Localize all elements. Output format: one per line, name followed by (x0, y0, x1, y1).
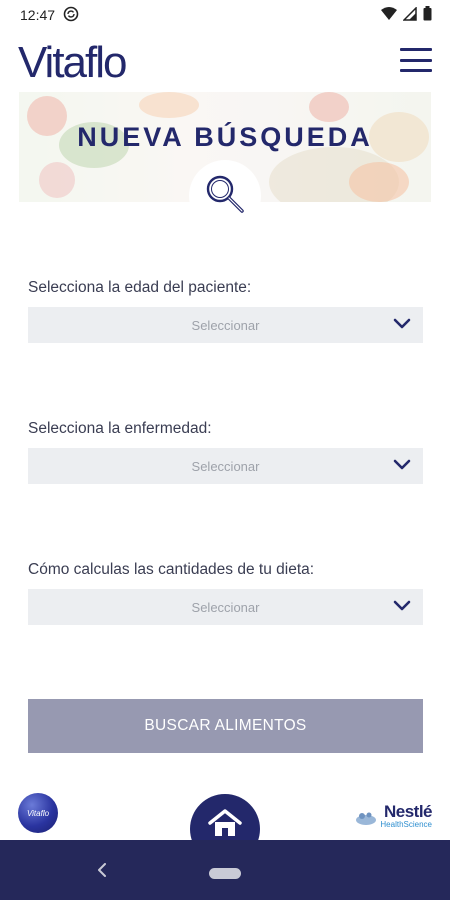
disease-field-label: Selecciona la enfermedad: (28, 420, 212, 437)
system-nav-bar (0, 840, 450, 900)
home-pill-button[interactable] (209, 868, 241, 879)
chevron-down-icon (393, 599, 411, 618)
diet-calc-select-value: Seleccionar (191, 599, 260, 615)
search-foods-button[interactable]: BUSCAR ALIMENTOS (28, 699, 423, 753)
signal-icon (402, 5, 417, 24)
nest-bird-icon (354, 810, 378, 831)
wifi-icon (381, 6, 397, 24)
diet-calc-select[interactable]: Seleccionar (28, 589, 423, 625)
search-badge (189, 160, 261, 232)
globe-logo-text: Vitaflo (26, 808, 50, 818)
chevron-down-icon (393, 317, 411, 336)
age-select[interactable]: Seleccionar (28, 307, 423, 343)
chevron-down-icon (393, 458, 411, 477)
vitaflo-globe-logo: Vitaflo (18, 793, 58, 833)
diet-calc-field-label: Cómo calculas las cantidades de tu dieta… (28, 561, 315, 578)
search-icon (202, 171, 248, 222)
bottom-bar: Vitaflo Nestlé HealthScience (0, 780, 450, 864)
disease-select[interactable]: Seleccionar (28, 448, 423, 484)
age-select-value: Seleccionar (191, 317, 260, 333)
hamburger-menu-icon[interactable] (400, 48, 432, 72)
battery-icon (423, 6, 432, 24)
home-icon (207, 808, 243, 843)
brand-sub: HealthScience (380, 820, 432, 829)
brand-name: Nestlé (383, 802, 433, 821)
app-header: Vitaflo (0, 30, 450, 92)
sync-icon (63, 6, 79, 25)
status-time: 12:47 (20, 7, 56, 23)
nestle-health-science-logo: Nestlé HealthScience (356, 802, 433, 829)
status-bar: 12:47 (0, 0, 450, 30)
age-field-label: Selecciona la edad del paciente: (28, 279, 252, 296)
back-icon[interactable] (92, 860, 112, 880)
vitaflo-logo: Vitaflo (18, 38, 127, 87)
hero-title: NUEVA BÚSQUEDA (77, 122, 373, 152)
disease-select-value: Seleccionar (191, 458, 260, 474)
